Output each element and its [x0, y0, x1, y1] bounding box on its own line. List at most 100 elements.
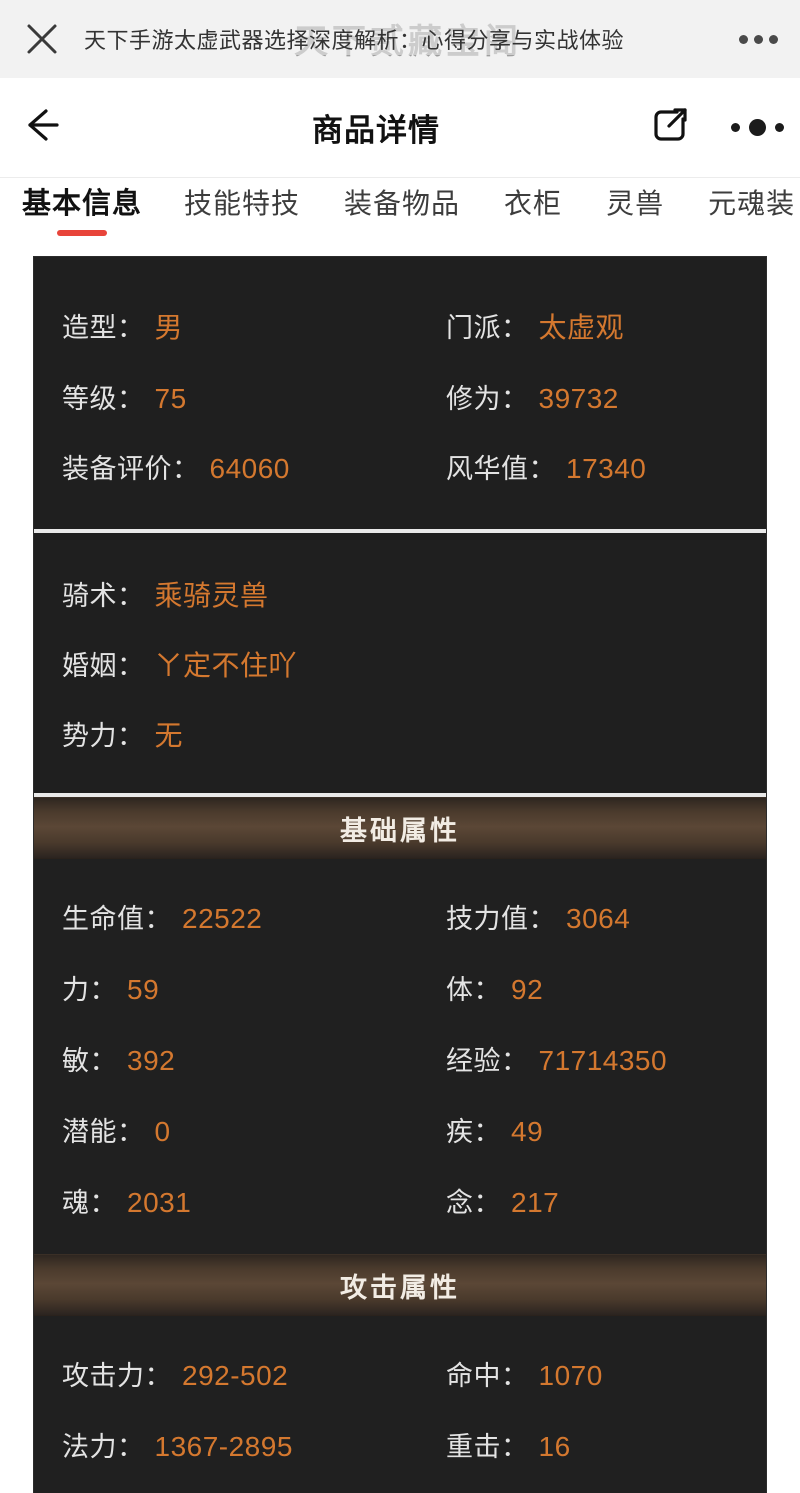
share-external-icon	[648, 102, 694, 153]
tab-label: 衣柜	[504, 188, 563, 219]
field-key: 等级：	[62, 383, 145, 414]
field-value: ㄚ定不住吖	[154, 650, 298, 681]
more-dot-1	[738, 34, 748, 44]
chrome-title-wrap: 天下贰藏宝阁 天下手游太虚武器选择深度解析：心得分享与实战体验	[84, 0, 716, 78]
section-title: 基础属性	[340, 815, 460, 846]
info-row: 造型： 男 门派： 太虚观	[34, 291, 766, 361]
page-title: 商品详情	[312, 113, 440, 148]
attr-value: 59	[127, 974, 160, 1005]
field-value: 无	[154, 720, 184, 751]
attr-key: 体：	[446, 975, 501, 1005]
info-row: 婚姻： ㄚ定不住吖	[34, 629, 766, 699]
attr-value: 2031	[127, 1187, 192, 1218]
info-row: 等级： 75 修为： 39732	[34, 361, 766, 431]
tab-label: 灵兽	[606, 188, 665, 219]
tab-wardrobe[interactable]: 衣柜	[504, 178, 584, 256]
attr-value: 392	[127, 1045, 176, 1076]
field-key: 修为：	[446, 383, 529, 414]
attr-key: 经验：	[446, 1046, 529, 1076]
attr-potential: 潜能： 0	[62, 1110, 446, 1149]
field-value: 太虚观	[538, 312, 625, 343]
back-arrow-icon	[19, 102, 65, 153]
field-value: 64060	[209, 452, 290, 484]
attr-key: 魂：	[62, 1188, 117, 1218]
attr-key: 疾：	[446, 1117, 501, 1147]
tab-label: 装备物品	[344, 188, 461, 219]
attr-experience: 经验： 71714350	[446, 1039, 766, 1078]
attr-skill-power: 技力值： 3064	[446, 897, 766, 936]
more-dot-large-center	[748, 119, 766, 136]
tab-label: 元魂装	[708, 188, 796, 219]
field-mount: 骑术： 乘骑灵兽	[62, 574, 446, 614]
attack-attributes-body: 攻击力： 292-502 命中： 1070 法力： 1367-2895 重击： …	[34, 1316, 766, 1493]
attr-strength: 力： 59	[62, 968, 446, 1007]
attr-value: 292-502	[182, 1360, 289, 1391]
close-icon	[22, 19, 62, 59]
field-key: 造型：	[62, 313, 145, 343]
attribute-row: 敏： 392 经验： 71714350	[34, 1023, 766, 1094]
section-title: 攻击属性	[340, 1272, 460, 1303]
tab-basic-info[interactable]: 基本信息	[22, 178, 164, 256]
app-header: 商品详情	[0, 78, 800, 178]
attr-value: 3064	[566, 903, 631, 934]
field-marriage: 婚姻： ㄚ定不住吖	[62, 644, 446, 684]
field-value: 75	[154, 382, 187, 414]
tab-soul-equipment[interactable]: 元魂装	[708, 178, 800, 256]
attribute-row: 生命值： 22522 技力值： 3064	[34, 881, 766, 952]
field-level: 等级： 75	[62, 377, 446, 416]
chrome-more-button[interactable]	[716, 0, 800, 78]
field-elegance-value: 风华值： 17340	[446, 447, 766, 486]
share-button[interactable]	[628, 78, 714, 178]
more-dot-small-left	[730, 123, 740, 132]
basic-info-block: 造型： 男 门派： 太虚观 等级： 75 修为： 39732 装备评价： 640…	[34, 257, 766, 529]
attr-key: 攻击力：	[62, 1361, 172, 1391]
tab-spirit-beast[interactable]: 灵兽	[606, 178, 686, 256]
attribute-row: 力： 59 体： 92	[34, 952, 766, 1023]
attr-key: 力：	[62, 975, 117, 1005]
attribute-row: 法力： 1367-2895 重击： 16	[34, 1409, 766, 1480]
field-faction: 势力： 无	[62, 714, 446, 754]
attr-accuracy: 命中： 1070	[446, 1354, 766, 1393]
attr-attack-power: 攻击力： 292-502	[62, 1354, 446, 1393]
attr-value: 49	[511, 1116, 544, 1147]
tab-bar[interactable]: 基本信息 技能特技 装备物品 衣柜 灵兽 元魂装	[0, 178, 800, 256]
attr-value: 22522	[182, 903, 263, 934]
attr-value: 16	[538, 1431, 571, 1462]
attr-key: 念：	[446, 1188, 501, 1218]
more-dot-small-right	[774, 123, 784, 132]
field-appearance: 造型： 男	[62, 306, 446, 346]
field-value: 乘骑灵兽	[154, 580, 269, 611]
social-info-block: 骑术： 乘骑灵兽 婚姻： ㄚ定不住吖 势力： 无	[34, 533, 766, 793]
field-cultivation: 修为： 39732	[446, 377, 766, 416]
attr-key: 生命值：	[62, 904, 172, 934]
attr-hp: 生命值： 22522	[62, 897, 446, 936]
field-key: 势力：	[62, 721, 145, 751]
field-value: 39732	[538, 382, 619, 414]
character-detail-card: 造型： 男 门派： 太虚观 等级： 75 修为： 39732 装备评价： 640…	[33, 256, 767, 1493]
tab-label: 技能特技	[184, 188, 301, 219]
header-actions	[628, 78, 800, 178]
field-key: 风华值：	[446, 453, 556, 484]
back-button[interactable]	[0, 78, 84, 178]
tab-skills[interactable]: 技能特技	[184, 178, 322, 256]
attr-value: 217	[511, 1187, 560, 1218]
field-key: 装备评价：	[62, 453, 200, 484]
field-school: 门派： 太虚观	[446, 306, 766, 346]
attribute-row: 潜能： 0 疾： 49	[34, 1094, 766, 1165]
field-key: 婚姻：	[62, 651, 145, 681]
base-attributes-banner: 基础属性	[34, 797, 766, 859]
attr-key: 潜能：	[62, 1117, 145, 1147]
header-more-button[interactable]	[714, 78, 800, 178]
tab-label: 基本信息	[22, 188, 143, 220]
attr-key: 重击：	[446, 1432, 529, 1462]
attr-value: 1367-2895	[154, 1431, 293, 1462]
mini-program-chrome-bar: 天下贰藏宝阁 天下手游太虚武器选择深度解析：心得分享与实战体验	[0, 0, 800, 78]
attr-speed: 疾： 49	[446, 1110, 766, 1149]
attr-heavy-strike: 重击： 16	[446, 1425, 766, 1464]
attr-key: 技力值：	[446, 904, 556, 934]
attribute-row: 攻击力： 292-502 命中： 1070	[34, 1338, 766, 1409]
attr-magic-power: 法力： 1367-2895	[62, 1425, 446, 1464]
field-key: 门派：	[446, 313, 529, 343]
tab-equipment[interactable]: 装备物品	[344, 178, 482, 256]
close-button[interactable]	[0, 0, 84, 78]
